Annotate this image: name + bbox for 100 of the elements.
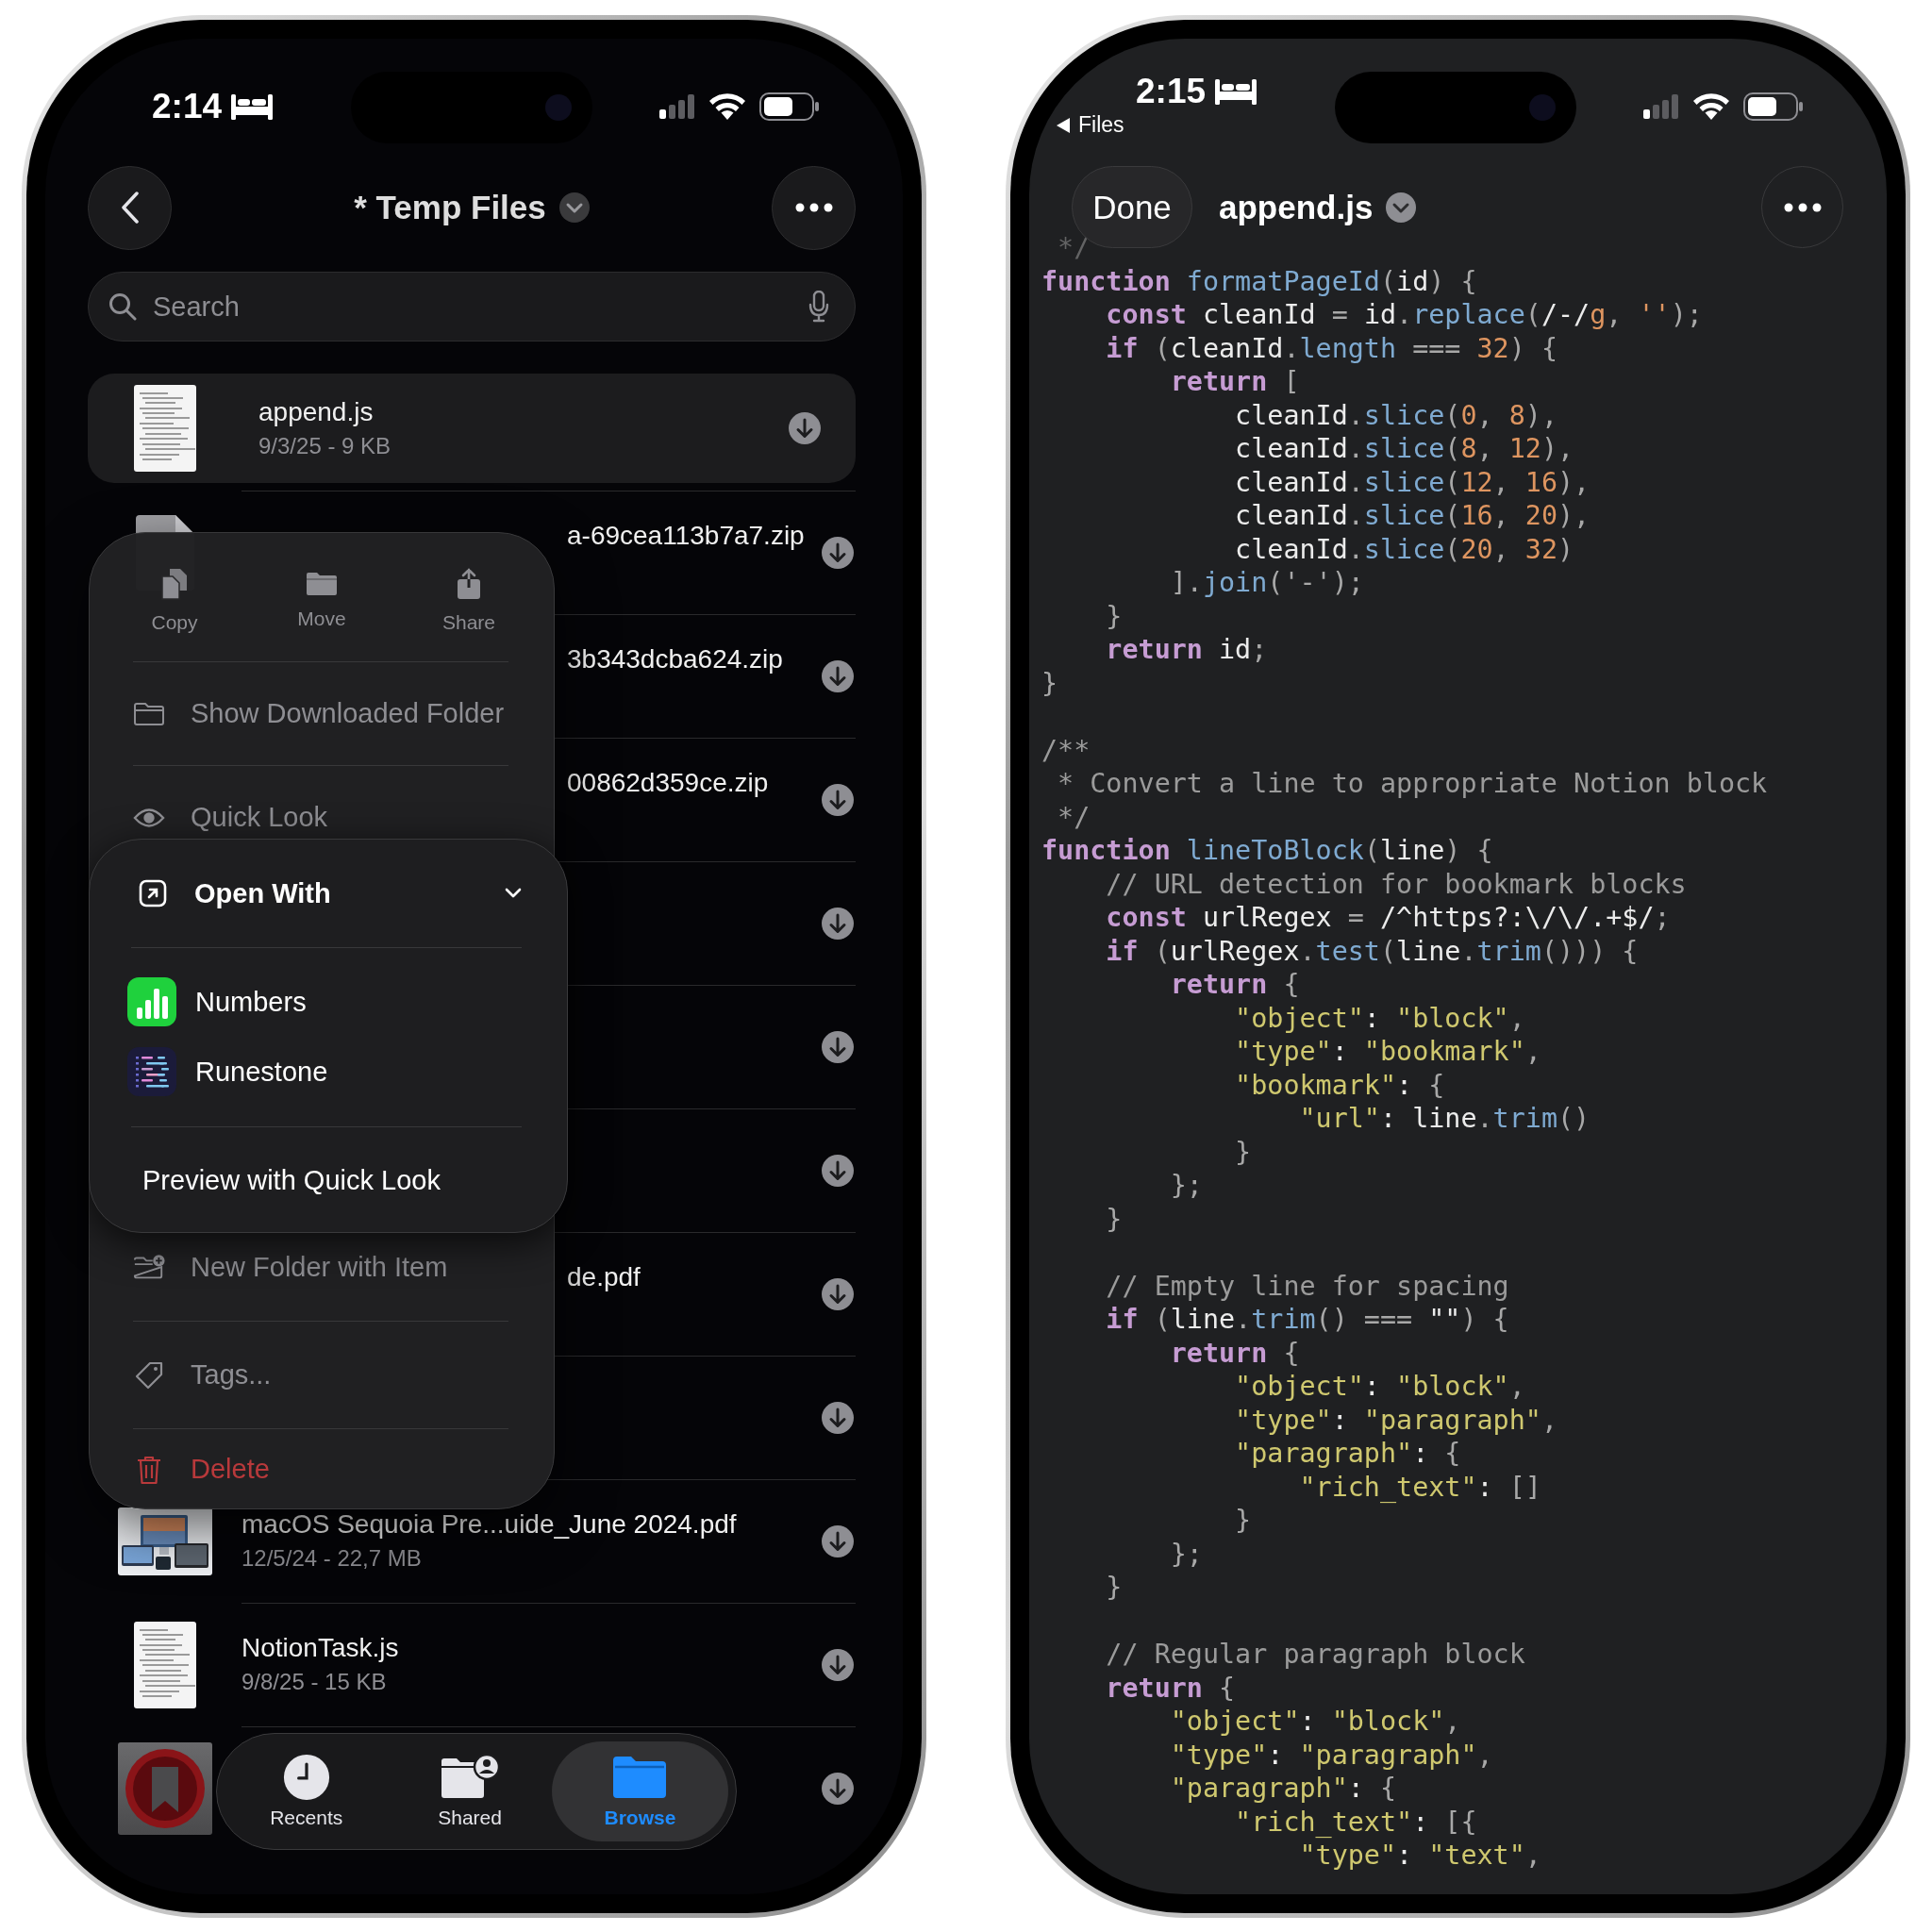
file-name: append.js (258, 396, 375, 428)
tab[interactable]: Recents (225, 1741, 389, 1841)
search-field[interactable]: Search (88, 272, 856, 341)
tab[interactable]: Browse (551, 1741, 728, 1841)
code-line: "object": "block", (1234, 1001, 1526, 1035)
code-line: const urlRegex = /^https?:\/\/.+$/; (1105, 901, 1672, 935)
code-line: ].join('-'); (1169, 566, 1365, 600)
download-icon[interactable] (821, 1030, 855, 1064)
download-icon[interactable] (821, 1277, 855, 1311)
battery-icon (1743, 92, 1804, 121)
code-line: // Empty line for spacing (1105, 1269, 1510, 1303)
app-option[interactable]: Numbers (90, 967, 567, 1037)
battery-icon (759, 92, 820, 121)
code-line: "bookmark": { (1234, 1068, 1446, 1102)
menu-item[interactable]: Tags... (133, 1321, 508, 1428)
code-line: if (cleanId.length === 32) { (1105, 331, 1558, 365)
bar-chart-app-icon (127, 977, 176, 1026)
eye-icon (133, 806, 165, 829)
menu-item[interactable]: Show Downloaded Folder (133, 661, 508, 765)
code-line: cleanId.slice(20, 32) (1234, 532, 1575, 566)
code-line: "rich_text": [] (1298, 1470, 1542, 1504)
code-line: cleanId.slice(16, 20), (1234, 499, 1591, 533)
folder-icon (612, 1754, 668, 1801)
code-line: "type": "paragraph", (1169, 1738, 1494, 1772)
code-line: // Regular paragraph block (1105, 1638, 1526, 1672)
code-line: "url": line.trim() (1298, 1102, 1591, 1136)
more-icon (1783, 202, 1822, 212)
code-line: "type": "paragraph", (1234, 1403, 1558, 1437)
file-name: a-69cea113b7a7.zip (567, 520, 806, 552)
signal-icon (1643, 94, 1679, 119)
signal-icon (659, 94, 695, 119)
folder-plus-icon (133, 1254, 165, 1280)
folder-icon (133, 701, 165, 726)
documents-icon (161, 568, 188, 600)
download-icon[interactable] (821, 783, 855, 817)
code-line: } (1234, 1504, 1253, 1538)
download-icon[interactable] (821, 659, 855, 693)
tab[interactable]: Shared (388, 1741, 552, 1841)
chevron-down-icon[interactable] (1386, 192, 1417, 223)
file-details: 9/3/25 - 9 KB (258, 433, 392, 459)
code-line: cleanId.slice(12, 16), (1234, 465, 1591, 499)
file-details: 9/8/25 - 15 KB (242, 1669, 388, 1695)
status-time: 2:15 (1136, 73, 1207, 110)
file-name: 3b343dcba624.zip (567, 643, 784, 675)
code-line: return [ (1169, 365, 1301, 399)
download-icon[interactable] (821, 1772, 855, 1806)
code-line: function formatPageId(id) { (1041, 264, 1478, 298)
code-line: "paragraph": { (1234, 1437, 1462, 1471)
microphone-icon (808, 291, 829, 323)
code-line: return { (1169, 1336, 1301, 1370)
tag-icon (134, 1359, 164, 1391)
back-link[interactable]: Files (1056, 112, 1124, 138)
app-option[interactable]: Runestone (90, 1037, 567, 1107)
code-line: return id; (1105, 633, 1269, 667)
back-triangle-icon (1056, 116, 1071, 134)
code-app-icon (127, 1047, 176, 1096)
file-title[interactable]: append.js (1219, 188, 1374, 226)
code-line: if (urlRegex.test(line.trim())) { (1105, 934, 1640, 968)
download-icon[interactable] (821, 1524, 855, 1558)
code-line: /** (1041, 733, 1091, 767)
chevron-left-icon (120, 192, 140, 224)
menu-action-button[interactable]: Copy (101, 533, 248, 661)
trash-icon (136, 1454, 162, 1485)
code-line: "paragraph": { (1169, 1772, 1398, 1806)
menu-action-button[interactable]: Share (395, 533, 542, 661)
download-icon[interactable] (821, 536, 855, 570)
download-icon[interactable] (821, 1154, 855, 1188)
file-row[interactable]: append.js 9/3/25 - 9 KB (88, 374, 856, 483)
code-line: cleanId.slice(0, 8), (1234, 398, 1558, 432)
download-icon[interactable] (821, 1648, 855, 1682)
code-line: }; (1169, 1169, 1204, 1203)
code-line: // URL detection for bookmark blocks (1105, 867, 1688, 901)
menu-action-button[interactable]: Move (248, 533, 395, 661)
wifi-icon (708, 92, 746, 121)
code-line: */ (1057, 800, 1091, 834)
download-icon[interactable] (821, 1401, 855, 1435)
code-line: cleanId.slice(8, 12), (1234, 432, 1575, 466)
bed-icon (231, 93, 274, 120)
bed-icon (1215, 78, 1257, 105)
code-line: } (1234, 1135, 1253, 1169)
chevron-down-icon[interactable] (558, 192, 590, 223)
download-icon[interactable] (788, 411, 822, 445)
code-line: "object": "block", (1169, 1705, 1462, 1739)
folder-icon (306, 572, 338, 596)
shared-folder-icon (440, 1754, 501, 1801)
file-name: 00862d359ce.zip (567, 767, 770, 799)
code-line: const cleanId = id.replace(/-/g, ''); (1105, 298, 1704, 332)
file-row[interactable]: NotionTask.js 9/8/25 - 15 KB (88, 1603, 856, 1726)
code-line: return { (1105, 1671, 1237, 1705)
status-time: 2:14 (152, 88, 223, 125)
code-line: } (1105, 1202, 1124, 1236)
code-line: }; (1169, 1537, 1204, 1571)
search-icon (108, 292, 137, 321)
download-icon[interactable] (821, 907, 855, 941)
more-icon (794, 203, 833, 212)
code-line: "object": "block", (1234, 1370, 1526, 1404)
folder-title[interactable]: * Temp Files (354, 189, 546, 226)
file-name: de.pdf (567, 1261, 641, 1293)
share-icon (457, 568, 481, 600)
file-name: NotionTask.js (242, 1632, 400, 1664)
